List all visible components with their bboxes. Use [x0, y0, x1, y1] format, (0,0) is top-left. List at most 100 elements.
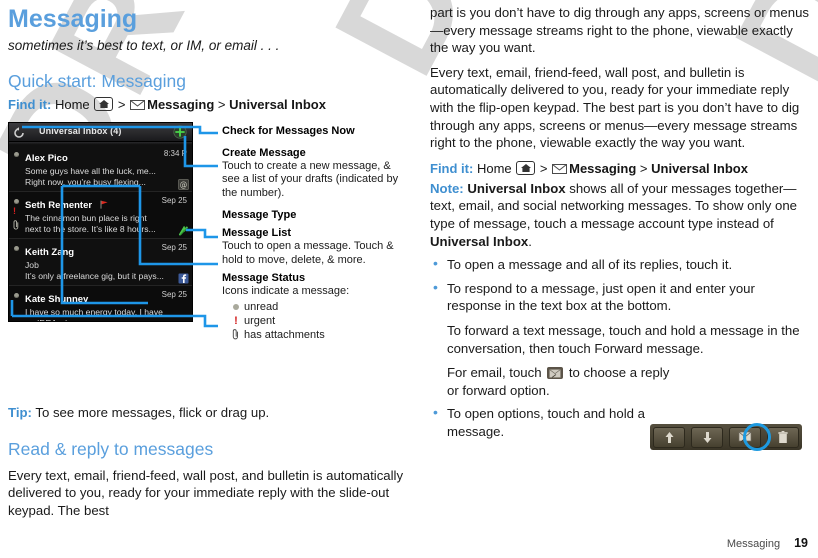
- legend-label-urgent: urgent: [244, 315, 276, 328]
- left-column-lower: Tip: To see more messages, flick or drag…: [8, 404, 406, 519]
- findit-label: Find it:: [430, 160, 474, 176]
- email-reply-paragraph: For email, touch to choose a reply or fo…: [447, 364, 677, 399]
- inbox-header-bar: Universal Inbox (4): [9, 123, 192, 142]
- findit-inbox-label: Universal Inbox: [651, 160, 748, 176]
- callout-text-group: Check for Messages Now Create Message To…: [222, 125, 407, 342]
- delete-button[interactable]: [767, 426, 799, 448]
- tip-label: Tip:: [8, 405, 32, 420]
- unread-dot-icon: [14, 246, 19, 251]
- message-preview-line-2: next to the store. It’s like 8 hours...: [25, 224, 156, 234]
- unread-dot-icon: [14, 293, 19, 298]
- urgent-exclamation-icon: !: [13, 206, 16, 216]
- message-subject: Job: [25, 260, 39, 270]
- instruction-bullet-list: To open a message and all of its replies…: [430, 255, 810, 315]
- plus-icon[interactable]: [173, 125, 187, 139]
- message-list-item[interactable]: ! Seth Rementer Sep 25 The cinnamon bun …: [9, 192, 192, 239]
- message-preview-line-1: Some guys have all the luck, me...: [25, 166, 156, 176]
- universal-inbox-screenshot: Universal Inbox (4) Alex Pico 8:34 P Som…: [8, 122, 193, 322]
- email-at-icon: @: [178, 177, 189, 190]
- forward-text-c: .: [699, 340, 704, 356]
- legend-label-attachment: has attachments: [244, 329, 325, 342]
- home-icon: [94, 97, 114, 111]
- read-reply-body: Every text, email, friend-feed, wall pos…: [8, 467, 404, 518]
- move-up-button[interactable]: [653, 426, 685, 448]
- footer-section-name: Messaging: [726, 538, 781, 550]
- legend-row-urgent: ! urgent: [228, 314, 407, 328]
- callout-body-message-list: Touch to open a message. Touch & hold to…: [222, 240, 394, 266]
- findit-label: Find it:: [8, 97, 52, 112]
- page-footer: Messaging 19: [727, 536, 808, 550]
- attachment-clip-icon: [13, 217, 20, 230]
- findit-messaging-label: Messaging: [147, 97, 215, 112]
- callout-body-message-status: Icons indicate a message:: [222, 285, 350, 298]
- envelope-icon: [552, 161, 568, 174]
- message-sender: Seth Rementer: [25, 200, 93, 211]
- envelope-icon: [130, 97, 146, 110]
- unread-dot-icon: [14, 152, 19, 157]
- findit-home-label: Home: [476, 160, 512, 176]
- legend-row-unread: unread: [228, 300, 407, 314]
- findit-separator-2: >: [639, 160, 648, 176]
- reply-button-highlight-ring: [743, 423, 771, 451]
- page-subtitle: sometimes it’s best to text, or IM, or e…: [8, 38, 280, 53]
- svg-text:@: @: [180, 180, 188, 189]
- note-label: Note:: [430, 180, 464, 196]
- home-icon: [516, 160, 536, 175]
- section-heading-read-reply: Read & reply to messages: [8, 438, 214, 459]
- status-legend: unread ! urgent has attachments: [228, 300, 407, 342]
- flag-icon: [100, 196, 109, 209]
- bullet-open-message: To open a message and all of its replies…: [430, 255, 810, 274]
- callout-heading-check-messages: Check for Messages Now: [222, 125, 355, 137]
- message-preview-line-1: I have so much energy today. I have: [25, 307, 163, 317]
- arrow-up-icon: [665, 431, 673, 443]
- myspace-icon: [178, 224, 189, 236]
- refresh-icon[interactable]: [13, 126, 25, 138]
- message-sender: Keith Zang: [25, 247, 75, 258]
- arrow-down-icon: [703, 431, 711, 443]
- move-down-button[interactable]: [691, 426, 723, 448]
- bullet-open-options: To open options, touch and hold a messag…: [430, 404, 662, 440]
- findit-separator-1: >: [117, 97, 126, 112]
- page-title: Messaging: [8, 5, 138, 33]
- message-time: Sep 25: [161, 290, 187, 299]
- callout-heading-create-message: Create Message: [222, 147, 306, 159]
- forward-text-bold: Forward message: [594, 340, 700, 356]
- note-bold-1: Universal Inbox: [467, 180, 566, 196]
- unread-dot-icon: [14, 199, 19, 204]
- message-time: Sep 25: [161, 196, 187, 205]
- message-time: 8:34 P: [163, 149, 187, 158]
- footer-page-number: 19: [794, 536, 808, 550]
- message-list-item[interactable]: Keith Zang Sep 25 Job It’s only a freela…: [9, 239, 192, 286]
- inbox-title: Universal Inbox (4): [39, 126, 122, 136]
- email-action-toolbar: [650, 424, 802, 450]
- legend-row-attachment: has attachments: [228, 328, 407, 342]
- right-column: part is you don’t have to dig through an…: [430, 0, 810, 440]
- message-preview-line-1: It’s only a freelance gig, but it pays..…: [25, 271, 164, 281]
- attachment-clip-icon: [228, 328, 244, 342]
- tip-line: Tip: To see more messages, flick or drag…: [8, 404, 406, 422]
- message-list-item[interactable]: Kate Shunney Sep 25 I have so much energ…: [9, 286, 192, 321]
- trash-icon: [778, 430, 788, 443]
- legend-label-unread: unread: [244, 301, 279, 314]
- callout-heading-message-list: Message List: [222, 227, 292, 240]
- unread-dot-icon: [228, 300, 244, 314]
- message-list-item[interactable]: Alex Pico 8:34 P Some guys have all the …: [9, 145, 192, 192]
- findit-inbox-label: Universal Inbox: [229, 97, 326, 112]
- findit-messaging-label: Messaging: [569, 160, 637, 176]
- email-text-a: For email, touch: [447, 365, 546, 381]
- right-paragraph-1: part is you don’t have to dig through an…: [430, 5, 809, 56]
- callout-body-create-message: Touch to create a new message, & see a l…: [222, 160, 399, 199]
- findit-path-left: Find it: Home > Messaging > Universal In…: [8, 96, 406, 114]
- right-paragraph-2: Every text, email, friend-feed, wall pos…: [430, 64, 800, 151]
- message-time: Sep 25: [161, 243, 187, 252]
- message-preview-line-2: Right now, you’re busy flexing...: [25, 177, 146, 187]
- callout-heading-message-status: Message Status: [222, 272, 306, 285]
- findit-home-label: Home: [54, 97, 90, 112]
- email-icon: [178, 318, 189, 321]
- message-preview-line-1: The cinnamon bun place is right: [25, 213, 147, 223]
- findit-separator-1: >: [539, 160, 548, 176]
- section-heading-quick-start: Quick start: Messaging: [8, 71, 186, 91]
- reply-envelope-icon: [547, 367, 564, 380]
- findit-separator-2: >: [217, 97, 226, 112]
- bullet-respond-message: To respond to a message, just open it an…: [430, 279, 810, 315]
